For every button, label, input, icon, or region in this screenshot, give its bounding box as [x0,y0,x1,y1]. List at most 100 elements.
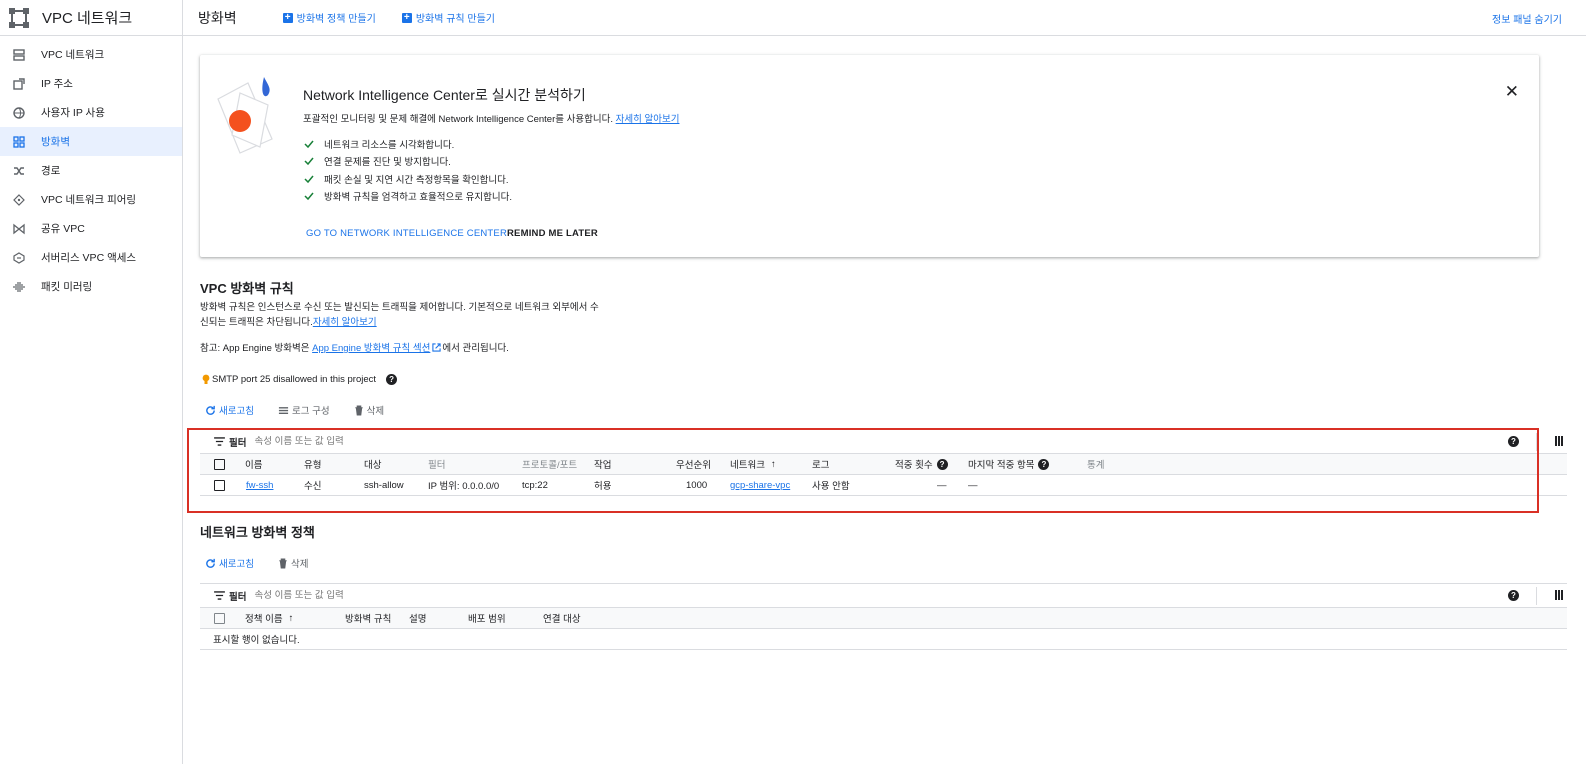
sort-arrow-up-icon: ↑ [288,612,294,624]
select-all-checkbox[interactable] [214,612,225,624]
refresh-label: 새로고침 [219,559,254,570]
sidebar-item-firewall[interactable]: 방화벽 [0,127,182,156]
refresh-button[interactable]: 새로고침 [205,556,254,570]
col-last-hit[interactable]: 마지막 적중 항목? [968,454,1050,474]
rules-toolbar: 새로고침 로그 구성 삭제 [205,403,408,417]
sidebar-item-label: 사용자 IP 사용 [41,107,105,119]
rule-protocol: tcp:22 [522,479,548,491]
col-network[interactable]: 네트워크 ↑ [730,454,776,474]
refresh-button[interactable]: 새로고침 [205,403,254,417]
help-icon[interactable]: ? [1508,590,1519,601]
rule-name-link[interactable]: fw-ssh [246,475,273,495]
sidebar-item-shared-vpc[interactable]: 공유 VPC [0,214,182,243]
filter-label: 필터 [229,437,247,449]
help-icon[interactable]: ? [386,374,398,385]
rules-learn-more-link[interactable]: 자세히 알아보기 [313,317,377,328]
col-filter: 필터 [428,460,446,471]
sidebar-item-vpc-network[interactable]: VPC 네트워크 [0,40,182,69]
column-display-icon[interactable] [1555,436,1563,446]
check-item: 패킷 손실 및 지연 시간 측정항목을 확인합니다. [303,170,512,188]
sidebar-item-label: 경로 [41,165,61,177]
rules-desc-line2: 신되는 트래픽은 차단됩니다. [200,317,313,328]
sidebar-item-serverless[interactable]: 서버리스 VPC 액세스 [0,243,182,272]
sidebar-item-routes[interactable]: 경로 [0,156,182,185]
help-icon[interactable]: ? [1038,458,1050,470]
row-checkbox[interactable] [214,479,225,491]
filter-icon [214,437,225,446]
col-protocol: 프로토콜/포트 [522,460,578,471]
col-description[interactable]: 설명 [409,608,426,628]
packet-mirroring-icon [12,280,26,294]
rules-filter-input[interactable] [254,436,555,447]
rule-type: 수신 [304,481,322,492]
banner-description: 포괄적인 모니터링 및 문제 해결에 Network Intelligence … [303,111,679,125]
table-row: fw-ssh 수신 ssh-allow IP 범위: 0.0.0.0/0 tcp… [200,475,1567,496]
app-engine-note: 참고: App Engine 방화벽은 App Engine 방화벽 규칙 섹션… [200,341,509,356]
check-icon [304,157,314,166]
rules-filter-bar: 필터 ? [200,430,1567,454]
col-hits[interactable]: 적중 횟수? [895,454,948,474]
app-engine-firewall-link[interactable]: App Engine 방화벽 규칙 섹션 [312,343,430,354]
smtp-notice: SMTP port 25 disallowed in this project … [202,372,398,387]
col-deploy-scope[interactable]: 배포 범위 [468,608,506,628]
peering-icon [12,193,26,207]
help-icon[interactable]: ? [936,458,948,470]
sidebar-item-packet-mirroring[interactable]: 패킷 미러링 [0,272,182,301]
log-config-button[interactable]: 로그 구성 [278,403,330,417]
check-item-text: 네트워크 리소스를 시각화합니다. [324,139,455,151]
policies-filter-input[interactable] [254,590,555,601]
rule-target: ssh-allow [364,479,404,491]
col-associations[interactable]: 연결 대상 [543,608,581,628]
sidebar-header: VPC 네트워크 [0,0,182,36]
sidebar-item-label: 공유 VPC [41,223,85,235]
refresh-icon [206,405,215,415]
hide-info-panel-link[interactable]: 정보 패널 숨기기 [1492,11,1562,26]
help-icon[interactable]: ? [1508,436,1519,447]
col-type[interactable]: 유형 [304,454,321,474]
rule-network-link[interactable]: gcp-share-vpc [730,475,790,495]
col-target[interactable]: 대상 [364,454,381,474]
firewall-icon [12,135,26,149]
ip-address-icon [12,77,26,91]
divider [1536,433,1537,451]
note-prefix: 참고: App Engine 방화벽은 [200,343,313,354]
firewall-policies-table: 필터 ? 정책 이름 ↑ 방화벽 규칙 설명 배포 범위 연결 대상 표시할 행이… [200,583,1567,650]
col-last-hit-label: 마지막 적중 항목 [968,460,1035,471]
col-insights: 통계 [1087,460,1105,471]
col-priority[interactable]: 우선순위 [676,454,711,474]
rules-desc-line2-wrap: 신되는 트래픽은 차단됩니다.자세히 알아보기 [200,315,599,330]
remind-me-later-button[interactable]: REMIND ME LATER [507,228,598,239]
sidebar-item-byoip[interactable]: 사용자 IP 사용 [0,98,182,127]
check-icon [304,175,314,183]
divider [1536,587,1537,605]
close-icon[interactable]: ✕ [1505,83,1519,100]
delete-label: 삭제 [290,559,309,570]
network-firewall-policies-title: 네트워크 방화벽 정책 [200,525,315,540]
delete-button[interactable]: 삭제 [354,403,384,417]
rule-hits: — [937,479,947,491]
filter-icon [214,591,225,600]
select-all-checkbox[interactable] [214,458,225,470]
vpc-logo-icon [9,7,29,28]
sidebar: VPC 네트워크 VPC 네트워크 IP 주소 사용자 IP 사용 방화벽 경로… [0,0,183,764]
policies-toolbar: 새로고침 삭제 [205,556,332,570]
banner-learn-more-link[interactable]: 자세히 알아보기 [616,114,680,125]
sidebar-item-ip-address[interactable]: IP 주소 [0,69,182,98]
add-box-icon: + [401,12,412,23]
rule-priority: 1000 [686,479,708,491]
column-display-icon[interactable] [1555,590,1563,600]
sidebar-item-label: VPC 네트워크 피어링 [41,194,137,206]
col-policy-name[interactable]: 정책 이름 ↑ [245,608,293,628]
nic-promo-banner: Network Intelligence Center로 실시간 분석하기 포괄… [200,55,1539,257]
col-action[interactable]: 작업 [594,454,611,474]
create-firewall-rule-button[interactable]: + 방화벽 규칙 만들기 [401,10,495,25]
col-logs[interactable]: 로그 [812,454,829,474]
col-rules[interactable]: 방화벽 규칙 [345,608,391,628]
delete-button[interactable]: 삭제 [278,556,308,570]
col-name[interactable]: 이름 [245,454,262,474]
sidebar-item-peering[interactable]: VPC 네트워크 피어링 [0,185,182,214]
go-to-nic-button[interactable]: GO TO NETWORK INTELLIGENCE CENTER [306,228,507,239]
create-firewall-policy-button[interactable]: + 방화벽 정책 만들기 [282,10,376,25]
delete-label: 삭제 [366,406,385,417]
open-in-new-icon [432,343,441,352]
